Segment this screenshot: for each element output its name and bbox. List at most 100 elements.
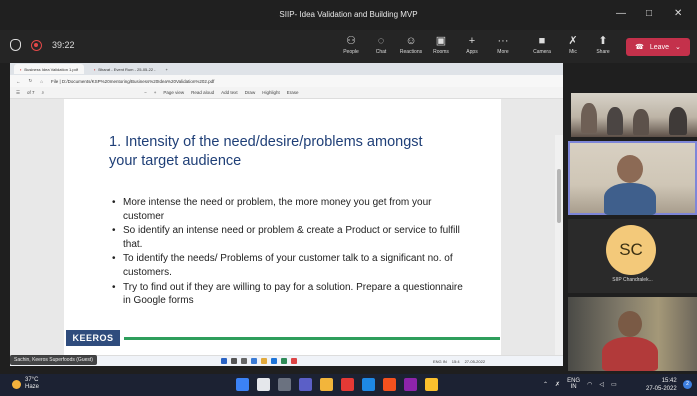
tool-read-aloud[interactable]: Read aloud — [191, 90, 214, 95]
taskview-icon[interactable] — [278, 378, 291, 391]
url-field[interactable]: File | D:/Documents/KSP%20mentoring/Busi… — [51, 79, 563, 84]
menu-icon[interactable]: ☰ — [16, 90, 20, 96]
participant-tile-group[interactable] — [571, 93, 697, 137]
chevron-up-icon[interactable]: ⌃ — [543, 381, 548, 388]
chat-button[interactable]: ◌ Chat — [366, 34, 396, 55]
bullet-item: More intense the need or problem, the mo… — [110, 196, 470, 223]
tab-label: Business Idea Validation 1.pdf — [24, 66, 78, 72]
people-icon: ⚇ — [346, 35, 356, 47]
scroll-thumb[interactable] — [557, 169, 561, 223]
tool-highlight[interactable]: Highlight — [262, 90, 280, 95]
leave-button[interactable]: ☎ Leave ⌄ — [626, 38, 690, 56]
taskbar-clock[interactable]: 15:42 27-05-2022 — [646, 377, 677, 393]
pdf-scrollbar[interactable] — [555, 135, 563, 366]
pdf-toolbar: ☰ of 7 ⌕ − + Page view Read aloud Add te… — [10, 87, 563, 99]
share-icon: ⬆ — [598, 35, 608, 47]
start-icon — [221, 358, 227, 364]
slide-divider — [124, 337, 500, 340]
battery-icon[interactable]: ▭ — [611, 381, 617, 388]
rooms-button[interactable]: ▣ Rooms — [426, 34, 456, 55]
mic-icon: ✗ — [568, 35, 578, 47]
sticky-notes-icon[interactable] — [425, 378, 438, 391]
window-titlebar: SIIP- Idea Validation and Building MVP —… — [0, 0, 697, 30]
reactions-button[interactable]: ☺ Reactions — [396, 34, 426, 55]
teams-chat-icon[interactable] — [404, 378, 417, 391]
maximize-button[interactable]: □ — [646, 8, 652, 19]
more-button[interactable]: ··· More — [488, 34, 518, 55]
edge-icon[interactable] — [362, 378, 375, 391]
mic-label: Mic — [569, 49, 577, 55]
search-icon[interactable]: ⌕ — [42, 90, 45, 95]
store-icon — [281, 358, 287, 364]
windows-taskbar: 37°C Haze ⌃ ✗ ENG IN ◠ ◁ ▭ 15:42 27-05-2… — [0, 374, 697, 396]
tool-page-view[interactable]: Page view — [163, 90, 184, 95]
slide-bullets: More intense the need or problem, the mo… — [110, 196, 470, 309]
camera-icon: ■ — [538, 35, 546, 47]
new-tab-icon[interactable]: + — [166, 67, 168, 72]
people-label: People — [343, 49, 359, 55]
close-button[interactable]: ✕ — [674, 8, 682, 19]
weather-widget[interactable]: 37°C Haze — [12, 377, 39, 391]
wifi-icon[interactable]: ◠ — [587, 381, 592, 388]
tool-add-text[interactable]: Add text — [221, 90, 238, 95]
zoom-out-icon[interactable]: − — [144, 90, 147, 95]
teams-icon — [251, 358, 257, 364]
tool-draw[interactable]: Draw — [245, 90, 256, 95]
zoom-in-icon[interactable]: + — [154, 90, 157, 95]
camera-button[interactable]: ■ Camera — [527, 34, 557, 55]
search-icon[interactable] — [257, 378, 270, 391]
slide-heading: 1. Intensity of the need/desire/problems… — [109, 134, 423, 169]
teams-icon[interactable] — [299, 378, 312, 391]
apps-label: Apps — [466, 49, 478, 55]
participant-tile-active-speaker[interactable] — [568, 141, 697, 215]
tab-pdf-1[interactable]: ▪ Business Idea Validation 1.pdf — [14, 64, 84, 74]
chrome-icon[interactable] — [341, 378, 354, 391]
office-icon[interactable] — [383, 378, 396, 391]
clock-date: 27-05-2022 — [646, 386, 677, 392]
bullet-item: Try to find out if they are willing to p… — [110, 281, 470, 308]
rooms-icon: ▣ — [435, 35, 447, 47]
tab-pdf-2[interactable]: ▪ Bharat - Event Rum - 25-05-22 - — [88, 64, 162, 74]
home-icon[interactable]: ⌂ — [40, 79, 43, 84]
inner-date: 27-05-2022 — [464, 359, 486, 364]
start-icon[interactable] — [236, 378, 249, 391]
pdf-viewport: 1. Intensity of the need/desire/problems… — [10, 99, 563, 366]
more-label: More — [497, 49, 509, 55]
participant-tile-sc[interactable]: SC SIIP Chandralek... — [568, 219, 697, 293]
camera-label: Camera — [533, 49, 551, 55]
weather-text: Haze — [25, 384, 40, 390]
share-button[interactable]: ⬆ Share — [588, 34, 618, 55]
file-explorer-icon[interactable] — [320, 378, 333, 391]
reactions-label: Reactions — [399, 49, 423, 55]
rooms-label: Rooms — [433, 49, 449, 55]
phone-icon: ☎ — [635, 44, 644, 51]
people-button[interactable]: ⚇ People — [336, 34, 366, 55]
chrome-icon — [291, 358, 297, 364]
notification-badge[interactable]: 2 — [683, 380, 692, 389]
avatar: SC — [606, 225, 656, 275]
chat-icon: ◌ — [377, 35, 385, 47]
back-icon[interactable]: ← — [16, 79, 21, 84]
sun-icon — [12, 379, 21, 389]
volume-icon[interactable]: ◁ — [599, 381, 604, 388]
page-indicator: of 7 — [27, 90, 35, 95]
minimize-button[interactable]: — — [616, 8, 626, 19]
keeros-logo: KEEROS — [66, 330, 120, 346]
leave-label: Leave — [649, 43, 669, 51]
tab-label: Bharat - Event Rum - 25-05-22 - — [98, 66, 156, 72]
share-label: Share — [596, 49, 610, 55]
more-icon: ··· — [497, 35, 509, 47]
refresh-icon[interactable]: ↻ — [29, 78, 33, 84]
tool-erase[interactable]: Erase — [287, 90, 299, 95]
mic-muted-icon[interactable]: ✗ — [555, 381, 560, 388]
mic-button[interactable]: ✗ Mic — [558, 34, 588, 55]
bullet-item: To identify the needs/ Problems of your … — [110, 252, 470, 279]
shield-icon — [10, 39, 21, 51]
participant-tile-video[interactable] — [568, 297, 697, 371]
apps-button[interactable]: + Apps — [457, 34, 487, 55]
reactions-icon: ☺ — [405, 35, 417, 47]
presenter-caption: Sachin, Keeros Superfoods (Guest) — [10, 355, 97, 365]
participant-name: SIIP Chandralek... — [612, 277, 653, 283]
temperature: 37°C — [25, 377, 39, 383]
recording-icon — [31, 39, 42, 51]
